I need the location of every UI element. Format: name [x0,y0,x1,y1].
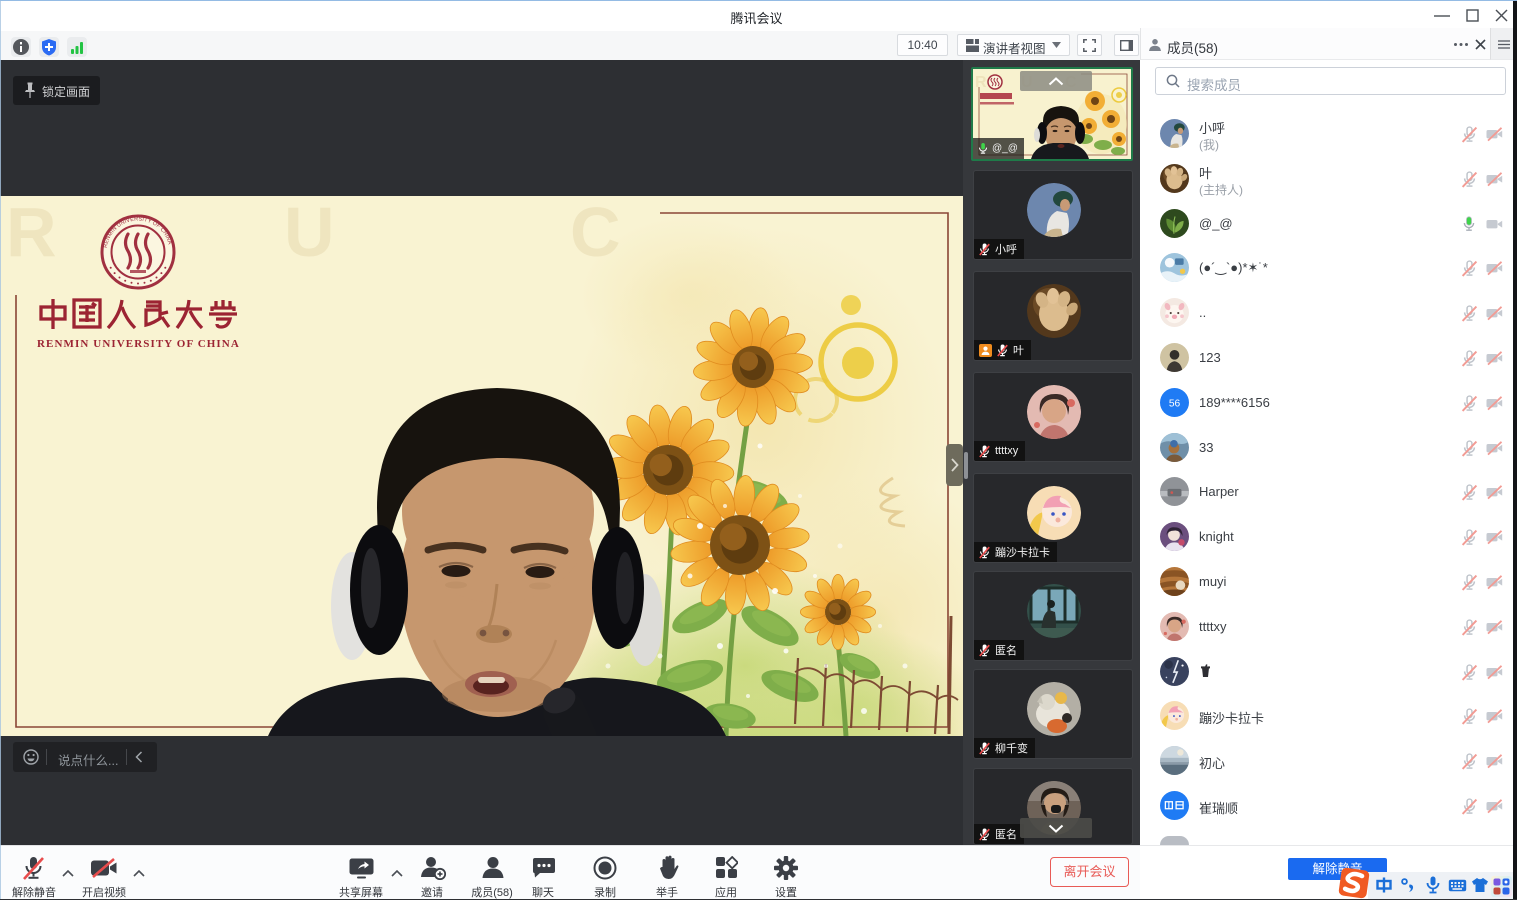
svg-text:R: R [975,74,987,91]
svg-text:U: U [284,196,335,271]
svg-text:56: 56 [1169,398,1181,409]
svg-text:RENMIN UNIVERSITY OF CHINA: RENMIN UNIVERSITY OF CHINA [37,338,240,350]
svg-text:R: R [6,196,57,271]
